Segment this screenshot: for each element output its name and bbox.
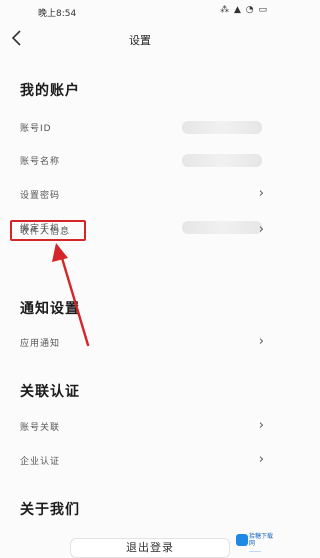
- watermark-text: 拾糖下载网 ……: [249, 533, 274, 554]
- logout-button[interactable]: 退出登录: [70, 538, 230, 558]
- annotation-arrow: [52, 243, 90, 347]
- watermark: 拾糖下载网 ……: [236, 530, 274, 554]
- watermark-logo-icon: [236, 534, 248, 546]
